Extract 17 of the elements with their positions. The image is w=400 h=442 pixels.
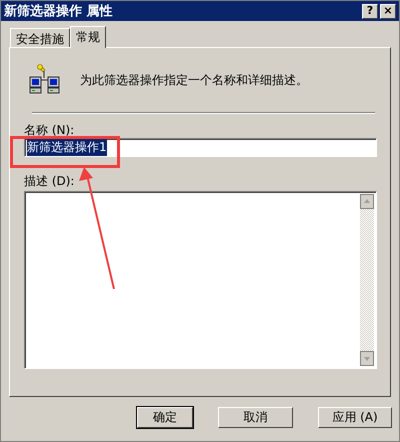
description-field[interactable]	[24, 191, 377, 369]
window-title: 新筛选器操作 属性	[4, 2, 113, 20]
tab[interactable]: 常规	[70, 26, 106, 48]
dialog-button[interactable]: 应用 (A)	[318, 407, 392, 428]
tab[interactable]: 安全措施	[10, 28, 70, 47]
dialog-button[interactable]: 确定	[137, 407, 193, 428]
dialog-button[interactable]: 取消	[218, 407, 293, 428]
close-button[interactable]: ×	[380, 4, 396, 18]
scroll-down-button[interactable]	[360, 351, 374, 366]
name-value: 新筛选器操作1	[27, 139, 107, 156]
intro-text: 为此筛选器操作指定一个名称和详细描述。	[80, 72, 308, 88]
name-label: 名称 (N):	[24, 122, 76, 138]
description-label: 描述 (D):	[24, 173, 76, 189]
name-field[interactable]: 新筛选器操作1	[24, 138, 377, 157]
help-button[interactable]: ?	[362, 4, 378, 18]
scroll-up-button[interactable]	[360, 194, 374, 209]
scrollbar[interactable]	[360, 194, 374, 366]
